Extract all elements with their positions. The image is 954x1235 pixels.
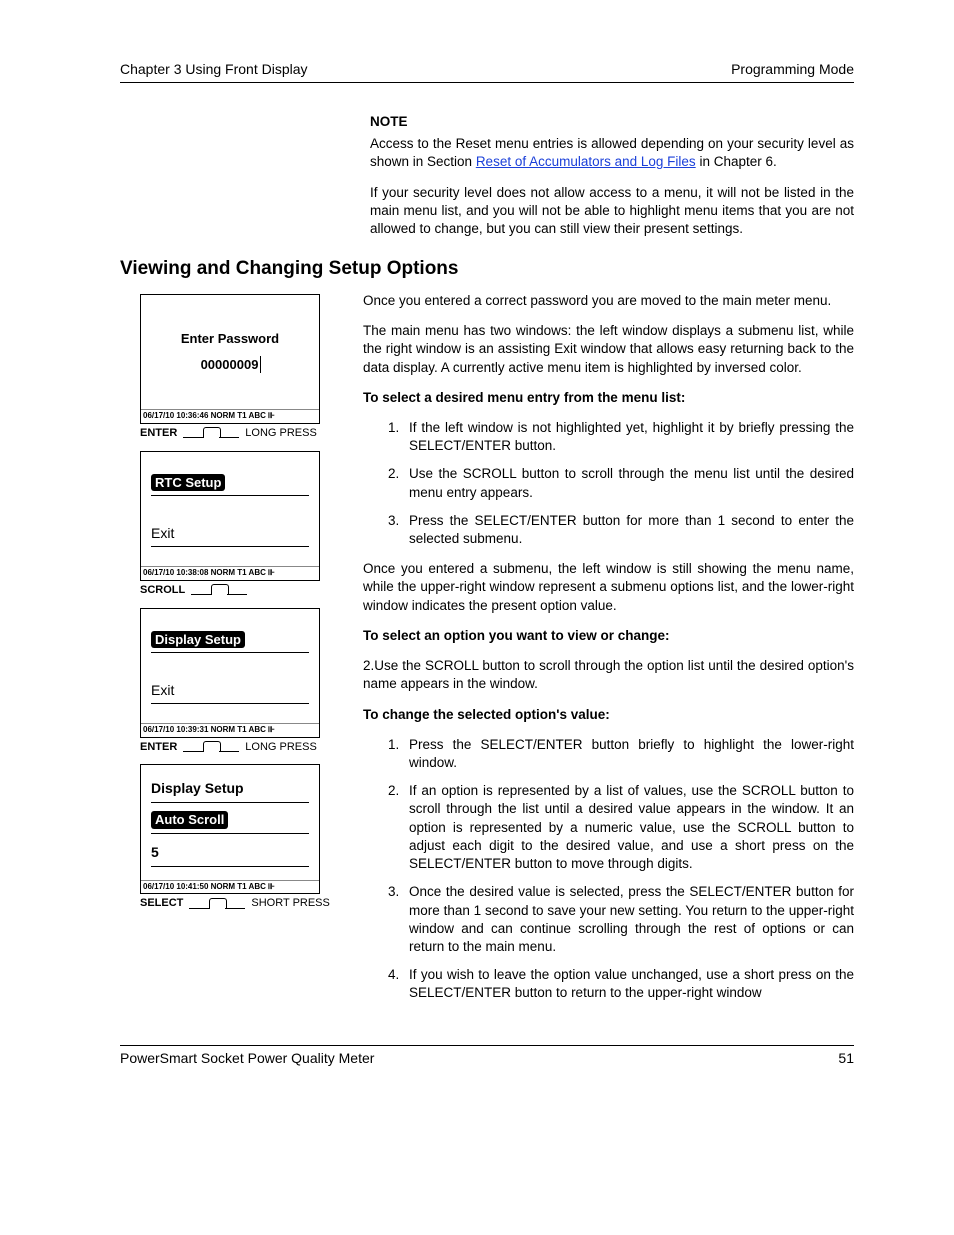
button-row: SCROLL	[140, 583, 345, 598]
button-icon	[189, 899, 245, 909]
header-left: Chapter 3 Using Front Display	[120, 60, 308, 79]
device-screen-auto-scroll: Display Setup Auto Scroll 5 06/17/10 10:…	[140, 764, 320, 894]
battery-icon: ⊪	[268, 411, 275, 422]
button-row: ENTER LONG PRESS	[140, 740, 345, 755]
body-p2: The main menu has two windows: the left …	[363, 322, 854, 377]
note-label: NOTE	[370, 113, 854, 131]
button-row: SELECT SHORT PRESS	[140, 896, 345, 911]
reset-accumulators-link[interactable]: Reset of Accumulators and Log Files	[476, 154, 696, 169]
header-right: Programming Mode	[731, 60, 854, 79]
button-icon	[183, 742, 239, 752]
battery-icon: ⊪	[268, 882, 275, 893]
page-header: Chapter 3 Using Front Display Programmin…	[120, 60, 854, 83]
battery-icon: ⊪	[268, 568, 275, 579]
button-row: ENTER LONG PRESS	[140, 426, 345, 441]
note-paragraph-1: Access to the Reset menu entries is allo…	[370, 135, 854, 171]
body-text-column: Once you entered a correct password you …	[363, 292, 854, 1015]
body-p1: Once you entered a correct password you …	[363, 292, 854, 310]
note-paragraph-2: If your security level does not allow ac…	[370, 184, 854, 239]
button-icon	[183, 428, 239, 438]
steps-list-1: If the left window is not highlighted ye…	[383, 419, 854, 548]
section-heading: Viewing and Changing Setup Options	[120, 256, 854, 282]
note-block: NOTE Access to the Reset menu entries is…	[370, 113, 854, 238]
device-screen-rtc: RTC Setup Exit 06/17/10 10:38:08 NORM T1…	[140, 451, 320, 581]
battery-icon: ⊪	[268, 725, 275, 736]
steps-list-2: Press the SELECT/ENTER button briefly to…	[383, 736, 854, 1003]
body-h4: To select an option you want to view or …	[363, 627, 854, 645]
device-screen-password: Enter Password 00000009 06/17/10 10:36:4…	[140, 294, 320, 424]
body-h5: To change the selected option's value:	[363, 706, 854, 724]
button-icon	[191, 585, 247, 595]
footer-left: PowerSmart Socket Power Quality Meter	[120, 1049, 374, 1068]
device-screen-display-setup: Display Setup Exit 06/17/10 10:39:31 NOR…	[140, 608, 320, 738]
footer-right: 51	[838, 1049, 854, 1068]
page-footer: PowerSmart Socket Power Quality Meter 51	[120, 1045, 854, 1068]
device-screens-column: Enter Password 00000009 06/17/10 10:36:4…	[120, 292, 345, 1015]
body-h3: To select a desired menu entry from the …	[363, 389, 854, 407]
body-p3: Once you entered a submenu, the left win…	[363, 560, 854, 615]
body-p4: 2.Use the SCROLL button to scroll throug…	[363, 657, 854, 693]
